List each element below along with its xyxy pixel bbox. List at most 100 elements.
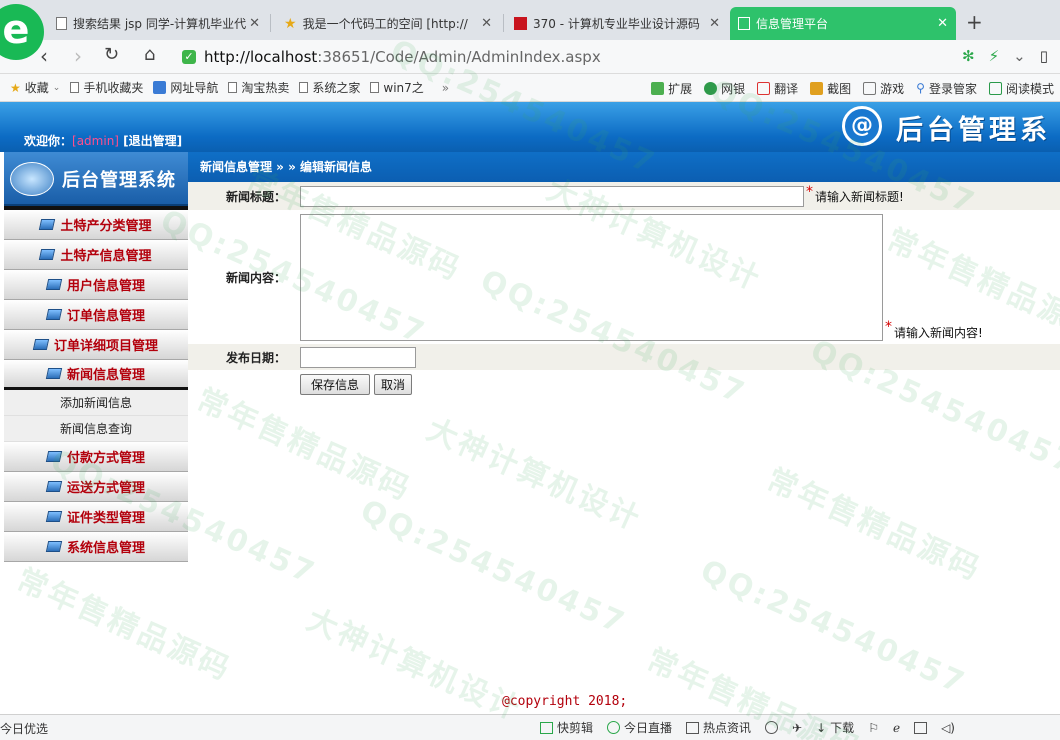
tab-divider	[503, 14, 504, 32]
sidebar-item-category[interactable]: 土特产分类管理	[4, 210, 188, 240]
address-bar-actions: ✻ ⚡ ⌄ ▯	[962, 47, 1048, 65]
back-arrow-icon[interactable]: ‹	[40, 44, 48, 68]
flag-icon	[45, 368, 63, 379]
toolbar-right: 扩展 网银 翻译 截图 游戏 ⚲ 登录管家 阅读模式	[639, 74, 1054, 102]
content-hint: 请输入新闻内容!	[894, 326, 983, 340]
title-label: 新闻标题：	[225, 189, 286, 204]
flag-icon	[45, 511, 63, 522]
admin-page: @ 后台管理系 欢迎你：[admin] [退出管理] 后台管理系统 新闻信息管理…	[0, 102, 1060, 714]
status-flag[interactable]: ⚐	[868, 721, 879, 735]
publish-date-input[interactable]	[300, 346, 416, 368]
submenu-query-news[interactable]: 新闻信息查询	[4, 416, 188, 442]
toolbar-screenshot[interactable]: 截图	[810, 80, 851, 97]
bookmark-taobao[interactable]: 淘宝热卖	[228, 79, 289, 96]
sidebar-item-order-details[interactable]: 订单详细项目管理	[4, 330, 188, 360]
bookmark-win7[interactable]: win7之	[370, 79, 424, 96]
star-icon: ★	[284, 15, 297, 32]
red-square-icon	[514, 17, 527, 30]
status-volume[interactable]: ◁)	[941, 721, 955, 735]
sidebar-item-system[interactable]: 系统信息管理	[4, 532, 188, 562]
flag-icon	[45, 541, 63, 552]
url-field[interactable]: ✓ http://localhost:38651/Code/Admin/Admi…	[182, 44, 942, 70]
document-icon	[56, 17, 67, 30]
bookmarks-more[interactable]: »	[442, 81, 449, 95]
sync-icon[interactable]: ✻	[962, 47, 975, 65]
lightning-icon[interactable]: ⚡	[989, 47, 1000, 65]
bookmark-nav[interactable]: 网址导航	[153, 79, 218, 96]
home-icon[interactable]: ⌂	[144, 44, 155, 65]
toolbar-login-manager[interactable]: ⚲ 登录管家	[916, 80, 977, 97]
sidebar-title: 后台管理系统	[62, 170, 176, 191]
sidebar-item-shipping[interactable]: 运送方式管理	[4, 472, 188, 502]
browser-tab-3[interactable]: 370 - 计算机专业毕业设计源码 ✕	[506, 7, 728, 40]
phone-icon[interactable]: ▯	[1040, 47, 1048, 65]
content-label: 新闻内容：	[225, 270, 286, 285]
news-title-input[interactable]	[300, 185, 804, 207]
status-download[interactable]: ↓ 下载	[816, 719, 854, 736]
welcome-text: 欢迎你：[admin] [退出管理]	[24, 134, 183, 148]
document-icon	[299, 82, 309, 93]
document-icon	[228, 82, 238, 93]
save-button[interactable]: 保存信息	[300, 374, 371, 395]
toolbar-translate[interactable]: 翻译	[757, 80, 798, 97]
news-edit-form: 新闻标题： * 请输入新闻标题! 新闻内容： * 请输入新闻内容! 发布日期：	[188, 182, 1060, 399]
emblem-icon	[10, 162, 54, 196]
cancel-button[interactable]: 取消	[374, 374, 413, 395]
status-news[interactable]: 热点资讯	[686, 719, 751, 736]
logout-link[interactable]: [退出管理]	[123, 134, 182, 148]
secure-shield-icon: ✓	[182, 50, 196, 64]
status-ie[interactable]: ℯ	[893, 721, 900, 735]
sidebar-item-product[interactable]: 土特产信息管理	[4, 240, 188, 270]
required-mark: *	[806, 184, 813, 200]
close-icon[interactable]: ✕	[709, 16, 720, 31]
browser-tab-bar: e 搜索结果 jsp 同学-计算机毕业代 ✕ ★ 我是一个代码工的空间 [htt…	[0, 0, 1060, 60]
toolbar-extensions[interactable]: 扩展	[651, 80, 692, 97]
extensions-icon	[651, 81, 665, 95]
submenu-add-news[interactable]: 添加新闻信息	[4, 390, 188, 416]
status-history[interactable]	[765, 721, 779, 734]
window-icon	[914, 721, 928, 734]
sidebar-item-payment[interactable]: 付款方式管理	[4, 442, 188, 472]
status-window[interactable]	[914, 721, 928, 734]
page-icon	[738, 17, 750, 30]
browser-tab-active[interactable]: 信息管理平台 ✕	[730, 7, 956, 40]
browser-tab-1[interactable]: 搜索结果 jsp 同学-计算机毕业代 ✕	[48, 7, 268, 40]
date-label: 发布日期：	[225, 350, 286, 365]
close-icon[interactable]: ✕	[481, 16, 492, 31]
status-left-text[interactable]: 今日优选	[0, 720, 48, 737]
close-icon[interactable]: ✕	[937, 16, 948, 31]
toolbar-bank[interactable]: 网银	[704, 80, 745, 97]
status-quick-edit[interactable]: 快剪辑	[540, 719, 593, 736]
sidebar-item-news[interactable]: 新闻信息管理	[4, 360, 188, 390]
flag-icon	[45, 279, 63, 290]
button-row: 保存信息 取消	[188, 371, 1060, 399]
volume-icon: ◁)	[941, 720, 955, 735]
toolbar-reader-mode[interactable]: 阅读模式	[988, 80, 1054, 97]
status-live[interactable]: 今日直播	[607, 719, 672, 736]
sidebar-menu: 土特产分类管理 土特产信息管理 用户信息管理 订单信息管理 订单详细项目管理 新…	[4, 206, 188, 562]
address-bar: ‹ › ↻ ⌂ ✓ http://localhost:38651/Code/Ad…	[0, 40, 1060, 74]
username-link[interactable]: [admin]	[72, 134, 119, 148]
required-mark: *	[885, 319, 892, 335]
flag-icon	[39, 249, 56, 260]
new-tab-button[interactable]: +	[966, 10, 983, 34]
bookmark-xitong[interactable]: 系统之家	[299, 79, 360, 96]
sidebar-item-id-types[interactable]: 证件类型管理	[4, 502, 188, 532]
sidebar-item-orders[interactable]: 订单信息管理	[4, 300, 188, 330]
rocket-icon: ✈	[792, 720, 803, 735]
bookmark-mobile[interactable]: 手机收藏夹	[70, 79, 143, 96]
clock-icon	[765, 721, 779, 734]
sidebar-item-users[interactable]: 用户信息管理	[4, 270, 188, 300]
title-row: 新闻标题： * 请输入新闻标题!	[188, 182, 1060, 211]
gamepad-icon	[863, 81, 877, 95]
forward-arrow-icon[interactable]: ›	[74, 44, 82, 68]
toolbar-games[interactable]: 游戏	[863, 80, 904, 97]
reload-icon[interactable]: ↻	[104, 44, 119, 65]
ie-icon: ℯ	[892, 720, 901, 735]
browser-tab-2[interactable]: ★ 我是一个代码工的空间 [http:// ✕	[276, 7, 500, 40]
close-icon[interactable]: ✕	[249, 16, 260, 31]
bookmark-favorites[interactable]: ★ 收藏 ⌄	[10, 79, 60, 96]
status-rocket[interactable]: ✈	[792, 721, 802, 735]
news-content-textarea[interactable]	[300, 214, 883, 341]
chevron-down-icon[interactable]: ⌄	[1013, 47, 1026, 65]
